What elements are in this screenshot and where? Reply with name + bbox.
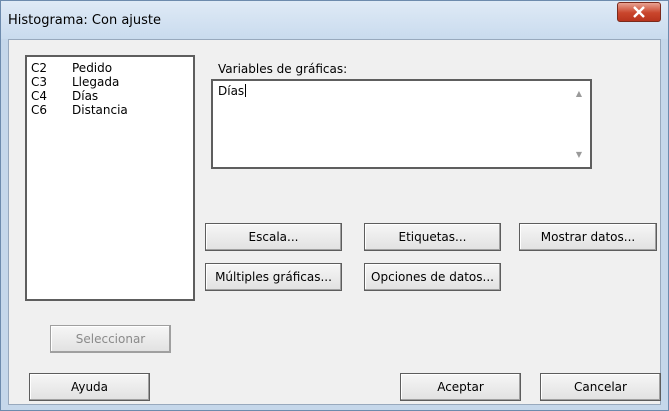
scroll-up-icon[interactable]: ▲ [576,89,582,98]
column-code: C3 [31,75,48,89]
ok-button[interactable]: Aceptar [400,373,521,401]
graph-variables-label: Variables de gráficas: [218,62,348,76]
graph-variables-input[interactable]: Días ▲ ▼ [211,79,592,169]
dialog-window: Histograma: Con ajuste C2 Pedido C3 Lleg… [0,0,669,411]
dialog-client-area: C2 Pedido C3 Llegada C4 Días C6 Distanci… [8,39,661,405]
column-name: Días [72,89,99,103]
select-button[interactable]: Seleccionar [50,325,171,353]
graph-variables-value: Días [218,84,245,98]
multiple-graphs-button[interactable]: Múltiples gráficas... [205,263,342,291]
title-bar[interactable]: Histograma: Con ajuste [1,1,668,39]
window-title: Histograma: Con ajuste [8,13,162,28]
column-name: Distancia [72,103,128,117]
show-data-button[interactable]: Mostrar datos... [519,223,657,251]
cancel-button[interactable]: Cancelar [540,373,661,401]
help-button[interactable]: Ayuda [29,373,150,401]
variables-listbox[interactable]: C2 Pedido C3 Llegada C4 Días C6 Distanci… [25,55,195,301]
column-code: C6 [31,103,48,117]
column-code: C4 [31,89,48,103]
scale-button[interactable]: Escala... [205,223,342,251]
text-caret [245,84,247,97]
scroll-down-icon[interactable]: ▼ [576,150,582,159]
column-code: C2 [31,61,48,75]
close-button[interactable] [617,2,661,22]
column-name: Pedido [72,61,113,75]
column-name: Llegada [72,75,120,89]
close-icon [633,6,645,18]
data-options-button[interactable]: Opciones de datos... [364,263,501,291]
labels-button[interactable]: Etiquetas... [364,223,501,251]
